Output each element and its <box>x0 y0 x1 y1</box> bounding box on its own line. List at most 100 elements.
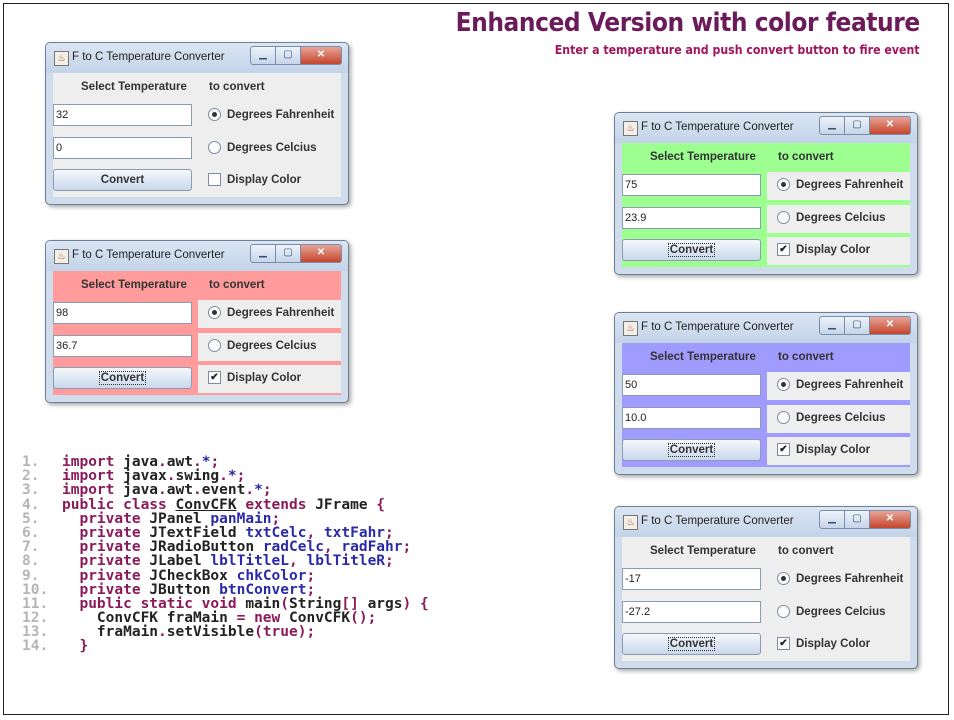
maximize-button[interactable]: ▢ <box>276 244 301 263</box>
minimize-button[interactable]: ▁ <box>250 244 276 263</box>
convert-button[interactable]: Convert <box>622 439 761 461</box>
window-title: F to C Temperature Converter <box>72 51 225 63</box>
radio-empty-icon <box>777 211 790 224</box>
window-controls: ▁ ▢ ✕ <box>250 244 342 263</box>
window-title: F to C Temperature Converter <box>72 249 225 261</box>
minimize-button[interactable]: ▁ <box>819 510 845 529</box>
convert-button-label: Convert <box>667 443 716 457</box>
code-line: 3. import java.awt.event.*; <box>22 483 429 498</box>
celcius-field[interactable]: 23.9 <box>622 207 761 229</box>
celcius-field[interactable]: 0 <box>53 137 192 159</box>
line-number: 1. <box>22 454 40 470</box>
celcius-field[interactable]: 36.7 <box>53 335 192 357</box>
fahrenheit-field[interactable]: 50 <box>622 374 761 396</box>
convert-button[interactable]: Convert <box>622 633 761 655</box>
code-token: ) { <box>402 595 429 612</box>
window-titlebar: ♨ F to C Temperature Converter ▁ ▢ ✕ <box>46 43 348 73</box>
code-token: ( <box>254 624 263 641</box>
radio-celcius-label: Degrees Celcius <box>227 339 317 352</box>
title-label-row: Select Temperature to convert <box>53 73 341 102</box>
code-line: 1. import java.awt.*; <box>22 454 429 470</box>
radio-fahrenheit-label: Degrees Fahrenheit <box>227 306 335 319</box>
maximize-button[interactable]: ▢ <box>276 46 301 65</box>
maximize-button[interactable]: ▢ <box>845 510 870 529</box>
display-color-label: Display Color <box>796 443 871 456</box>
title-label-row: Select Temperature to convert <box>53 271 341 300</box>
display-color-checkbox[interactable]: Display Color <box>208 173 301 186</box>
maximize-button[interactable]: ▢ <box>845 116 870 135</box>
convert-button[interactable]: Convert <box>622 239 761 261</box>
radio-celcius-label: Degrees Celcius <box>796 411 886 424</box>
fahrenheit-field[interactable]: 32 <box>53 104 192 126</box>
converter-window: ♨ F to C Temperature Converter ▁ ▢ ✕ Select T… <box>614 506 918 669</box>
convert-button[interactable]: Convert <box>53 169 192 191</box>
radio-celcius[interactable]: Degrees Celcius <box>777 605 886 618</box>
converter-window: ♨ F to C Temperature Converter ▁ ▢ ✕ Select T… <box>45 240 349 403</box>
checkbox-icon: ✔ <box>777 637 790 650</box>
convert-button[interactable]: Convert <box>53 367 192 389</box>
minimize-button[interactable]: ▁ <box>819 116 845 135</box>
display-color-checkbox[interactable]: ✔ Display Color <box>208 371 301 384</box>
code-line: 5. private JPanel panMain; <box>22 510 429 527</box>
radio-fahrenheit[interactable]: Degrees Fahrenheit <box>777 178 903 191</box>
code-line: 6. private JTextField txtCelc, txtFahr; <box>22 524 429 541</box>
minimize-button[interactable]: ▁ <box>250 46 276 65</box>
code-token: true <box>262 624 298 641</box>
radio-fahrenheit[interactable]: Degrees Fahrenheit <box>777 572 903 585</box>
radio-empty-icon <box>208 339 221 352</box>
window-controls: ▁ ▢ ✕ <box>819 116 911 135</box>
fahrenheit-field[interactable]: -17 <box>622 568 761 590</box>
checkbox-icon: ✔ <box>208 371 221 384</box>
code-line: 7. private JRadioButton radCelc, radFahr… <box>22 540 429 555</box>
radio-fahrenheit[interactable]: Degrees Fahrenheit <box>208 108 334 121</box>
radio-celcius[interactable]: Degrees Celcius <box>208 339 317 352</box>
converter-window: ♨ F to C Temperature Converter ▁ ▢ ✕ Select T… <box>45 42 349 205</box>
radio-fahrenheit[interactable]: Degrees Fahrenheit <box>208 306 334 319</box>
minimize-button[interactable]: ▁ <box>819 316 845 335</box>
maximize-button[interactable]: ▢ <box>845 316 870 335</box>
line-number: 5. <box>22 510 40 527</box>
radio-celcius[interactable]: Degrees Celcius <box>208 141 317 154</box>
line-number: 14. <box>22 638 49 655</box>
fahrenheit-field[interactable]: 98 <box>53 302 192 324</box>
converter-window: ♨ F to C Temperature Converter ▁ ▢ ✕ Select T… <box>614 112 918 275</box>
radio-selected-icon <box>777 572 790 585</box>
radio-fahrenheit[interactable]: Degrees Fahrenheit <box>777 378 903 391</box>
java-app-icon: ♨ <box>54 249 69 264</box>
window-controls: ▁ ▢ ✕ <box>819 316 911 335</box>
close-button[interactable]: ✕ <box>870 316 911 335</box>
close-button[interactable]: ✕ <box>301 244 342 263</box>
code-token: JFrame <box>315 496 368 513</box>
code-token: setVisible <box>166 624 255 641</box>
title-label-right: to convert <box>209 279 265 291</box>
code-token: { <box>367 496 386 513</box>
code-line: 4. public class ConvCFK extends JFrame { <box>22 496 429 513</box>
window-controls: ▁ ▢ ✕ <box>819 510 911 529</box>
radio-empty-icon <box>777 411 790 424</box>
celcius-field[interactable]: 10.0 <box>622 407 761 429</box>
close-button[interactable]: ✕ <box>870 510 911 529</box>
celcius-field[interactable]: -27.2 <box>622 601 761 623</box>
close-button[interactable]: ✕ <box>870 116 911 135</box>
radio-empty-icon <box>208 141 221 154</box>
radio-celcius[interactable]: Degrees Celcius <box>777 211 886 224</box>
title-label-row: Select Temperature to convert <box>622 143 910 172</box>
line-number: 6. <box>22 524 40 541</box>
title-label-left: Select Temperature <box>81 81 187 93</box>
title-label-row: Select Temperature to convert <box>622 343 910 372</box>
display-color-checkbox[interactable]: ✔ Display Color <box>777 443 870 456</box>
fahrenheit-field[interactable]: 75 <box>622 174 761 196</box>
code-token: . <box>158 624 167 641</box>
close-button[interactable]: ✕ <box>301 46 342 65</box>
java-app-icon: ♨ <box>623 121 638 136</box>
code-token: ); <box>297 624 316 641</box>
java-app-icon: ♨ <box>54 51 69 66</box>
display-color-checkbox[interactable]: ✔ Display Color <box>777 637 870 650</box>
display-color-checkbox[interactable]: ✔ Display Color <box>777 243 870 256</box>
code-line: 14. } <box>22 638 429 655</box>
code-token: (); <box>350 610 377 627</box>
window-controls: ▁ ▢ ✕ <box>250 46 342 65</box>
code-line: 10. private JButton btnConvert; <box>22 582 429 597</box>
radio-celcius[interactable]: Degrees Celcius <box>777 411 886 424</box>
convert-button-label: Convert <box>98 371 147 385</box>
